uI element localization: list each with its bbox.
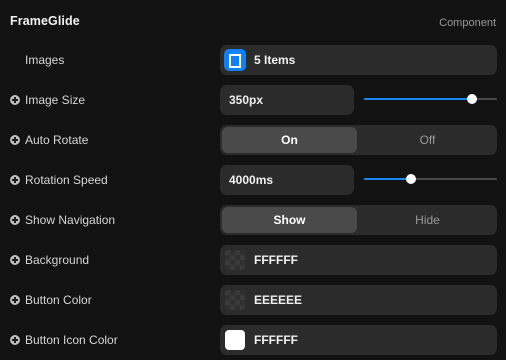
auto-rotate-on-option[interactable]: On [222,127,357,153]
component-title: FrameGlide [10,14,80,28]
button-icon-color-field[interactable]: FFFFFF [220,325,497,355]
button-icon-color-value: FFFFFF [254,333,298,347]
add-control-icon[interactable] [10,175,20,185]
row-image-size: Image Size 350px [0,85,506,115]
button-icon-color-swatch[interactable] [225,330,245,350]
button-icon-color-label: Button Icon Color [25,333,118,347]
show-navigation-toggle: Show Hide [220,205,497,235]
row-rotation-speed: Rotation Speed 4000ms [0,165,506,195]
show-navigation-label: Show Navigation [25,213,116,227]
panel-header: FrameGlide Component [0,0,506,44]
image-size-label: Image Size [25,93,86,107]
rotation-speed-label: Rotation Speed [25,173,108,187]
row-show-navigation: Show Navigation Show Hide [0,205,506,235]
slider-fill [364,98,472,100]
image-size-input[interactable]: 350px [220,85,354,115]
button-color-swatch[interactable] [225,290,245,310]
auto-rotate-toggle: On Off [220,125,497,155]
background-color-field[interactable]: FFFFFF [220,245,497,275]
button-color-field[interactable]: EEEEEE [220,285,497,315]
row-button-color: Button Color EEEEEE [0,285,506,315]
add-control-icon[interactable] [10,95,20,105]
add-control-icon[interactable] [10,335,20,345]
rotation-speed-input[interactable]: 4000ms [220,165,354,195]
rotation-speed-value: 4000ms [229,173,274,187]
image-size-value: 350px [229,93,264,107]
button-color-label: Button Color [25,293,92,307]
add-control-icon[interactable] [10,215,20,225]
rotation-speed-slider[interactable] [364,174,497,184]
background-label: Background [25,253,90,267]
array-brackets-icon [224,49,246,71]
add-control-icon[interactable] [10,295,20,305]
auto-rotate-off-option[interactable]: Off [360,127,495,153]
background-color-swatch[interactable] [225,250,245,270]
background-color-value: FFFFFF [254,253,298,267]
show-navigation-show-option[interactable]: Show [222,207,357,233]
images-count: 5 Items [254,53,296,67]
auto-rotate-label: Auto Rotate [25,133,89,147]
add-control-icon[interactable] [10,135,20,145]
row-images: Images 5 Items [0,45,506,75]
images-label: Images [25,53,65,67]
add-control-icon[interactable] [10,255,20,265]
slider-fill [364,178,411,180]
slider-thumb[interactable] [406,174,416,184]
row-background: Background FFFFFF [0,245,506,275]
property-panel: FrameGlide Component Images 5 Items Imag… [0,0,506,360]
image-size-slider[interactable] [364,94,497,104]
component-type-label: Component [439,17,496,29]
row-button-icon-color: Button Icon Color FFFFFF [0,325,506,355]
row-auto-rotate: Auto Rotate On Off [0,125,506,155]
images-field[interactable]: 5 Items [220,45,497,75]
button-color-value: EEEEEE [254,293,303,307]
show-navigation-hide-option[interactable]: Hide [360,207,495,233]
slider-thumb[interactable] [467,94,477,104]
